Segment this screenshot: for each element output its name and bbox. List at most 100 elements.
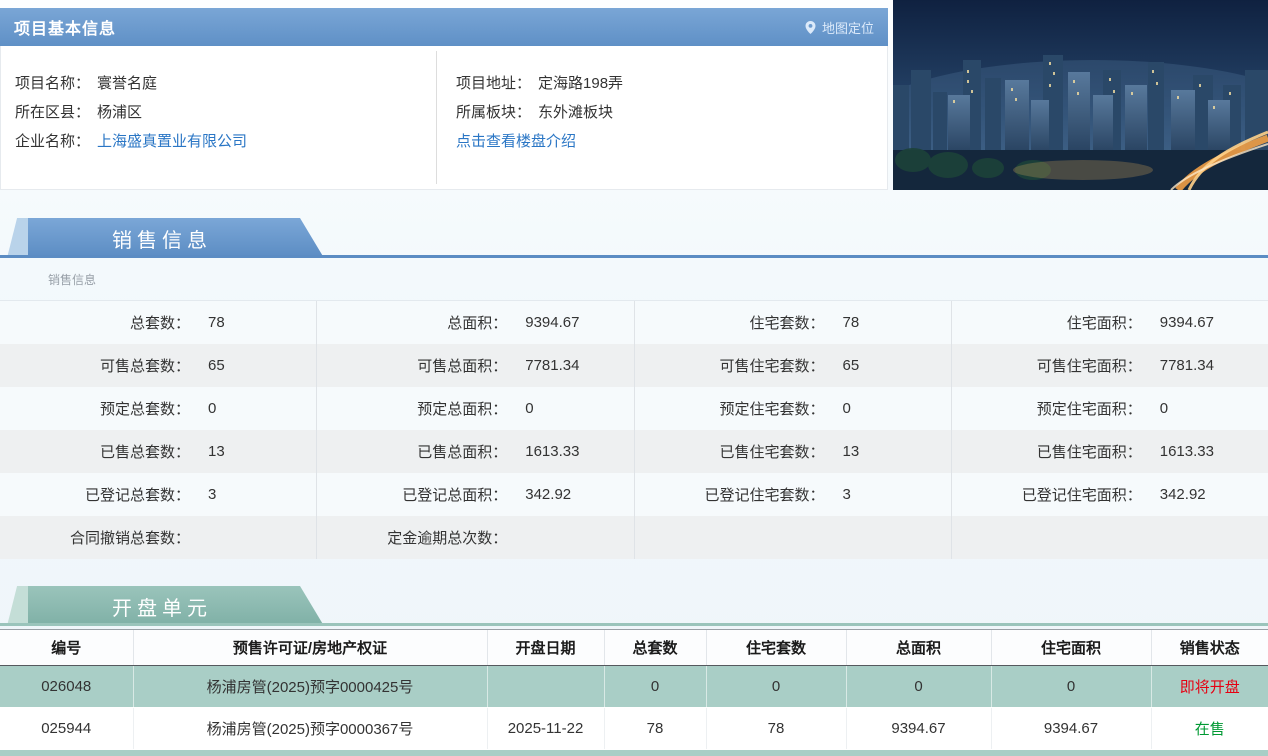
cell-label: 可售住宅面积：	[952, 355, 1142, 376]
opening-units-section: 开盘单元 编号 预售许可证/房地产权证 开盘日期 总套数 住宅套数 总面积 住宅…	[0, 586, 1268, 756]
cell-value: 1613.33	[1142, 443, 1214, 460]
col-header-total-units: 总套数	[604, 630, 706, 666]
top-section: 项目基本信息 地图定位 项目名称： 寰誉名庭 所在区县： 杨浦区	[0, 0, 1268, 190]
project-info-right-column: 项目地址： 定海路198弄 所属板块： 东外滩板块 点击查看楼盘介绍	[436, 46, 887, 189]
unit-status-cell: 在售	[1151, 708, 1268, 750]
sales-row-available: 可售总套数：65 可售总面积：7781.34 可售住宅套数：65 可售住宅面积：…	[0, 344, 1268, 387]
sales-info-section: 销售信息 销售信息 总套数：78 总面积：9394.67 住宅套数：78 住宅面…	[0, 218, 1268, 559]
map-locate-label: 地图定位	[822, 18, 874, 37]
cell-value: 65	[825, 357, 860, 374]
unit-id-cell: 025944	[0, 708, 133, 750]
cell-label: 可售总套数：	[0, 355, 190, 376]
cell-value: 3	[190, 486, 216, 503]
sales-info-subtitle: 销售信息	[0, 258, 1268, 300]
cell-value: 65	[190, 357, 225, 374]
unit-total-units-cell: 78	[604, 708, 706, 750]
cell-value: 78	[190, 314, 225, 331]
cell-label: 合同撤销总套数：	[0, 527, 190, 548]
unit-open-date-cell	[487, 666, 604, 708]
cell-value: 0	[825, 400, 851, 417]
unit-residential-area-cell: 0	[991, 666, 1151, 708]
cell-label: 住宅面积：	[952, 312, 1142, 333]
col-header-id: 编号	[0, 630, 133, 666]
unit-license-cell: 杨浦房管(2025)预字0000367号	[133, 708, 487, 750]
map-locate-link[interactable]: 地图定位	[804, 18, 874, 37]
opening-units-tab-band: 开盘单元	[0, 586, 1268, 626]
cell-label: 总套数：	[0, 312, 190, 333]
field-plate: 所属板块： 东外滩板块	[456, 97, 887, 126]
panel-header: 项目基本信息 地图定位	[0, 8, 888, 46]
sales-info-tab: 销售信息	[28, 218, 324, 258]
unit-status-cell: 即将开盘	[1151, 666, 1268, 708]
next-row-partial-strip	[0, 750, 1268, 756]
location-pin-icon	[804, 20, 817, 35]
project-info-left-column: 项目名称： 寰誉名庭 所在区县： 杨浦区 企业名称： 上海盛真置业有限公司	[1, 46, 436, 189]
cell-value: 0	[190, 400, 216, 417]
col-header-total-area: 总面积	[846, 630, 991, 666]
col-header-open-date: 开盘日期	[487, 630, 604, 666]
cell-value: 0	[1142, 400, 1168, 417]
cell-value: 13	[825, 443, 860, 460]
cell-label: 可售总面积：	[317, 355, 507, 376]
col-header-residential-units: 住宅套数	[706, 630, 846, 666]
cell-value: 342.92	[1142, 486, 1206, 503]
cell-value: 1613.33	[507, 443, 579, 460]
cell-label: 可售住宅套数：	[635, 355, 825, 376]
unit-id-cell: 026048	[0, 666, 133, 708]
cell-label: 已登记总面积：	[317, 484, 507, 505]
sales-info-table: 总套数：78 总面积：9394.67 住宅套数：78 住宅面积：9394.67 …	[0, 300, 1268, 559]
cell-label: 预定住宅套数：	[635, 398, 825, 419]
field-district: 所在区县： 杨浦区	[15, 97, 436, 126]
tab-underline	[0, 255, 1268, 258]
col-header-residential-area: 住宅面积	[991, 630, 1151, 666]
opening-units-table: 编号 预售许可证/房地产权证 开盘日期 总套数 住宅套数 总面积 住宅面积 销售…	[0, 629, 1268, 750]
column-divider	[436, 51, 437, 184]
field-company-name: 企业名称： 上海盛真置业有限公司	[15, 126, 436, 155]
project-photo	[893, 0, 1268, 190]
unit-residential-area-cell: 9394.67	[991, 708, 1151, 750]
cell-value: 3	[825, 486, 851, 503]
tab-underline	[0, 623, 1268, 626]
project-basic-info-panel: 项目基本信息 地图定位 项目名称： 寰誉名庭 所在区县： 杨浦区	[0, 8, 888, 190]
company-link[interactable]: 上海盛真置业有限公司	[97, 130, 247, 151]
unit-total-area-cell: 0	[846, 666, 991, 708]
table-header-row: 编号 预售许可证/房地产权证 开盘日期 总套数 住宅套数 总面积 住宅面积 销售…	[0, 630, 1268, 666]
cell-value: 7781.34	[1142, 357, 1214, 374]
field-intro-link: 点击查看楼盘介绍	[456, 126, 887, 155]
unit-residential-units-cell: 0	[706, 666, 846, 708]
panel-body: 项目名称： 寰誉名庭 所在区县： 杨浦区 企业名称： 上海盛真置业有限公司	[0, 46, 888, 190]
property-intro-link[interactable]: 点击查看楼盘介绍	[456, 130, 576, 151]
cell-label: 已售住宅套数：	[635, 441, 825, 462]
sales-row-sold: 已售总套数：13 已售总面积：1613.33 已售住宅套数：13 已售住宅面积：…	[0, 430, 1268, 473]
cell-label: 住宅套数：	[635, 312, 825, 333]
col-header-status: 销售状态	[1151, 630, 1268, 666]
sales-row-reserved: 预定总套数：0 预定总面积：0 预定住宅套数：0 预定住宅面积：0	[0, 387, 1268, 430]
cell-label: 已登记住宅套数：	[635, 484, 825, 505]
col-header-license: 预售许可证/房地产权证	[133, 630, 487, 666]
cell-label: 已售住宅面积：	[952, 441, 1142, 462]
unit-total-units-cell: 0	[604, 666, 706, 708]
cell-value: 342.92	[507, 486, 571, 503]
cell-value: 13	[190, 443, 225, 460]
city-night-illustration	[893, 0, 1268, 190]
cell-label: 已售总面积：	[317, 441, 507, 462]
cell-value: 78	[825, 314, 860, 331]
field-project-address: 项目地址： 定海路198弄	[456, 68, 887, 97]
unit-open-date-cell: 2025-11-22	[487, 708, 604, 750]
unit-row[interactable]: 025944 杨浦房管(2025)预字0000367号 2025-11-22 7…	[0, 708, 1268, 750]
cell-value: 0	[507, 400, 533, 417]
sales-row-registered: 已登记总套数：3 已登记总面积：342.92 已登记住宅套数：3 已登记住宅面积…	[0, 473, 1268, 516]
cell-value: 9394.67	[1142, 314, 1214, 331]
page: 项目基本信息 地图定位 项目名称： 寰誉名庭 所在区县： 杨浦区	[0, 0, 1268, 756]
opening-units-tab: 开盘单元	[28, 586, 324, 626]
unit-row[interactable]: 026048 杨浦房管(2025)预字0000425号 0 0 0 0 即将开盘	[0, 666, 1268, 708]
cell-label: 定金逾期总次数：	[317, 527, 507, 548]
cell-label: 总面积：	[317, 312, 507, 333]
unit-total-area-cell: 9394.67	[846, 708, 991, 750]
sales-row-cancelled: 合同撤销总套数： 定金逾期总次数：	[0, 516, 1268, 559]
cell-value: 9394.67	[507, 314, 579, 331]
unit-license-cell: 杨浦房管(2025)预字0000425号	[133, 666, 487, 708]
panel-title: 项目基本信息	[14, 15, 116, 39]
field-project-name: 项目名称： 寰誉名庭	[15, 68, 436, 97]
sales-info-tab-band: 销售信息	[0, 218, 1268, 258]
